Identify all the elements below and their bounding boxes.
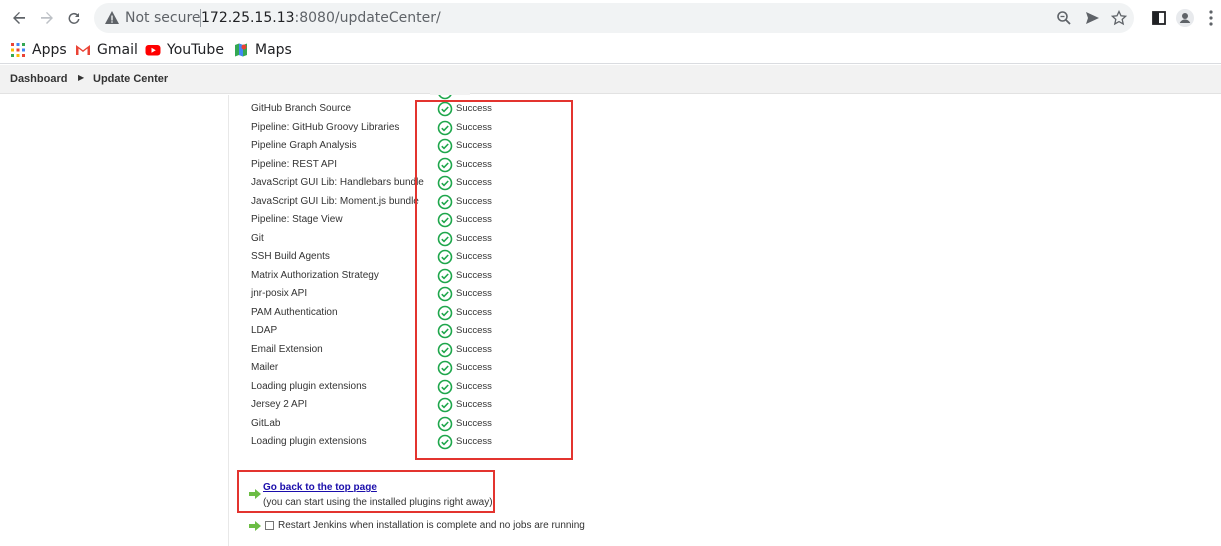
bookmark-apps-label: Apps bbox=[32, 42, 67, 58]
go-back-link[interactable]: Go back to the top page bbox=[263, 482, 377, 493]
reload-icon[interactable] bbox=[63, 7, 85, 29]
bookmark-youtube[interactable]: YouTube bbox=[145, 40, 224, 60]
plugin-name: Git bbox=[251, 232, 264, 244]
apps-grid-icon bbox=[11, 43, 25, 57]
gmail-icon bbox=[76, 45, 90, 55]
plugin-name: Mailer bbox=[251, 362, 279, 373]
plugin-name: Jersey 2 API bbox=[251, 399, 308, 410]
plugin-name: Email Extension bbox=[251, 343, 323, 355]
restart-checkbox[interactable] bbox=[265, 521, 274, 530]
restart-label[interactable]: Restart Jenkins when installation is com… bbox=[278, 520, 585, 531]
security-label[interactable]: Not secure bbox=[125, 10, 201, 26]
plugin-name: PAM Authentication bbox=[251, 306, 338, 318]
plugin-name: Matrix Authorization Strategy bbox=[251, 269, 379, 281]
bookmark-youtube-label: YouTube bbox=[167, 42, 224, 58]
bookmark-maps-label: Maps bbox=[255, 42, 292, 58]
plugin-name: Pipeline Graph Analysis bbox=[251, 140, 357, 151]
content-divider bbox=[228, 95, 229, 546]
plugin-name: Loading plugin extensions bbox=[251, 436, 367, 447]
plugin-name: Loading plugin extensions bbox=[251, 380, 367, 392]
plugin-name: JavaScript GUI Lib: Moment.js bundle bbox=[251, 195, 419, 207]
breadcrumb: Dashboard ▶ Update Center bbox=[0, 65, 1221, 94]
bookmark-apps[interactable]: Apps bbox=[10, 40, 67, 60]
url-path: :8080/updateCenter/ bbox=[294, 10, 441, 26]
back-arrow-icon[interactable] bbox=[8, 7, 30, 29]
breadcrumb-separator-icon: ▶ bbox=[78, 73, 85, 82]
plugin-name: JavaScript GUI Lib: Handlebars bundle bbox=[251, 177, 424, 188]
breadcrumb-overlap bbox=[430, 65, 470, 95]
plugin-name: Pipeline: GitHub Groovy Libraries bbox=[251, 121, 400, 133]
browser-toolbar: Not secure 172.25.15.13:8080/updateCente… bbox=[0, 0, 1221, 36]
green-arrow-icon bbox=[249, 521, 261, 531]
plugin-name: GitLab bbox=[251, 417, 281, 429]
breadcrumb-update-center[interactable]: Update Center bbox=[93, 73, 168, 85]
address-bar[interactable]: Not secure 172.25.15.13:8080/updateCente… bbox=[94, 3, 1134, 33]
warning-icon[interactable] bbox=[104, 10, 120, 26]
green-arrow-icon bbox=[249, 489, 261, 499]
plugin-name: GitHub Branch Source bbox=[251, 103, 352, 114]
maps-icon bbox=[235, 43, 247, 57]
success-highlight-box bbox=[415, 100, 573, 460]
bookmark-gmail-label: Gmail bbox=[97, 42, 138, 58]
youtube-icon bbox=[145, 45, 161, 56]
url-host: 172.25.15.13 bbox=[201, 10, 295, 26]
breadcrumb-dashboard[interactable]: Dashboard bbox=[10, 73, 67, 85]
bookmark-gmail[interactable]: Gmail bbox=[75, 40, 138, 60]
plugin-name: SSH Build Agents bbox=[251, 251, 330, 262]
side-panel-icon[interactable] bbox=[1148, 7, 1170, 29]
send-tab-icon[interactable] bbox=[1082, 8, 1102, 28]
bookmark-maps[interactable]: Maps bbox=[233, 40, 292, 60]
bookmark-star-icon[interactable] bbox=[1109, 8, 1129, 28]
plugin-name: Pipeline: Stage View bbox=[251, 214, 343, 225]
kebab-menu-icon[interactable] bbox=[1200, 7, 1221, 29]
go-back-note: (you can start using the installed plugi… bbox=[263, 497, 493, 508]
profile-icon[interactable] bbox=[1174, 7, 1196, 29]
zoom-icon[interactable] bbox=[1054, 8, 1074, 28]
bookmarks-bar: Apps Gmail YouTube Maps bbox=[0, 36, 1221, 64]
plugin-name: LDAP bbox=[251, 325, 278, 336]
plugin-name: jnr-posix API bbox=[251, 288, 308, 299]
forward-arrow-icon[interactable] bbox=[36, 7, 58, 29]
url-text[interactable]: 172.25.15.13:8080/updateCenter/ bbox=[201, 10, 441, 26]
plugin-name: Pipeline: REST API bbox=[251, 158, 337, 170]
